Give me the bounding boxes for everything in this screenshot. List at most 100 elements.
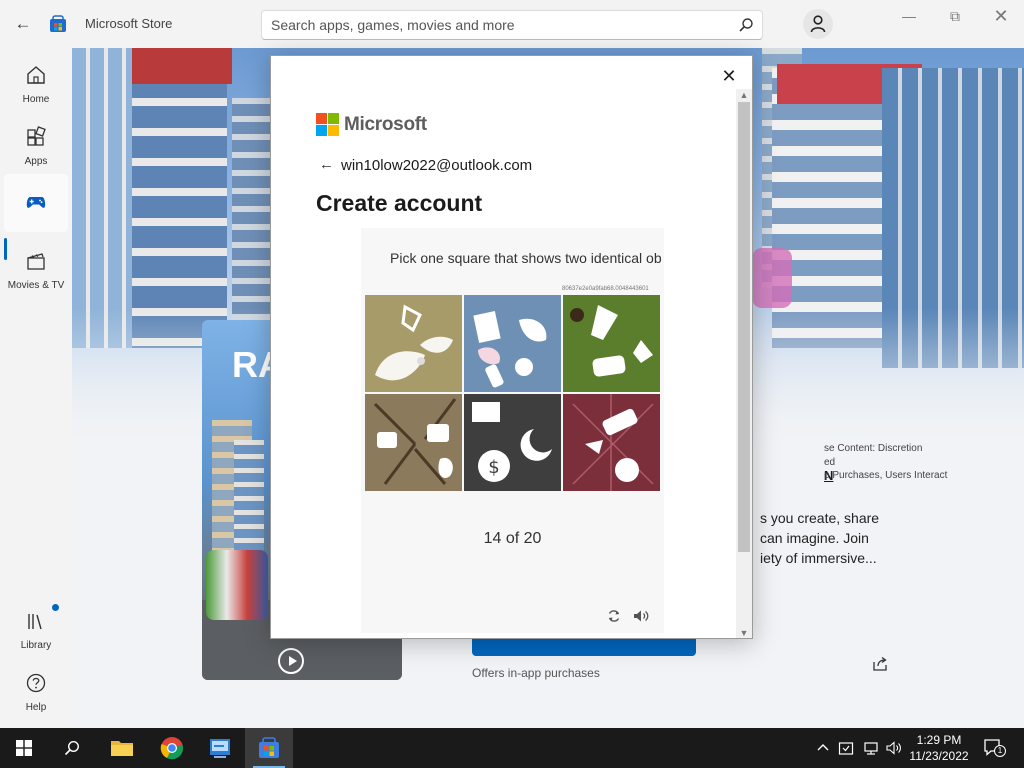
play-trailer-button[interactable] [278,648,304,674]
volume-icon[interactable] [886,740,902,756]
captcha-grid: $ [365,295,662,492]
nav-item-home[interactable]: Home [0,58,72,116]
captcha-panel: Pick one square that shows two identical… [361,228,664,633]
nav-label-help: Help [25,702,47,713]
library-icon [28,614,42,630]
library-update-badge [52,604,59,611]
store-icon [259,737,279,758]
captcha-instruction: Pick one square that shows two identical… [390,250,662,266]
captcha-tile[interactable]: $ [464,394,561,491]
app-title: Microsoft Store [85,16,173,31]
nav-label-home: Home [22,94,50,105]
rating-line: ed [824,457,836,468]
nav-label-movies: Movies & TV [7,280,65,291]
refresh-icon[interactable] [607,609,621,623]
security-icon[interactable] [838,740,854,756]
ms-logo-blue [316,125,327,136]
control-panel-icon [210,739,230,758]
minimize-icon[interactable]: — [894,6,924,26]
nav-label-apps: Apps [24,156,48,167]
gaming-icon [26,197,46,208]
nav-item-apps[interactable]: Apps [0,120,72,178]
maximize-icon[interactable]: ⧉ [940,6,970,26]
file-explorer-icon [111,741,133,756]
create-account-dialog: ✕ ▲ ▼ Microsoft ← win10low2022@outlook.c… [270,55,753,639]
dialog-close-icon[interactable]: ✕ [717,64,741,88]
tile-art [375,304,453,381]
taskbar-chrome[interactable] [148,728,196,768]
search-input[interactable] [271,17,731,33]
hero-figure [752,248,792,308]
notifications-button[interactable]: 1 [984,739,1006,757]
clock-time: 1:29 PM [916,733,962,747]
hero-building [132,48,232,84]
tile-art: $ [472,402,552,482]
notification-count: 1 [994,745,1006,757]
nav-item-gaming[interactable] [4,174,68,232]
captcha-counter: 14 of 20 [483,530,542,547]
captcha-tile[interactable] [563,295,660,392]
desc-line: can imagine. Join [760,530,869,546]
movies-icon [27,253,45,270]
microsoft-logo-icon [316,113,340,137]
audio-icon[interactable] [633,609,651,623]
hero-building [72,48,132,348]
taskbar: 1:29 PM 11/23/2022 1 [0,728,1024,768]
taskbar-search[interactable] [48,728,96,768]
dialog-heading: Create account [316,190,483,216]
home-icon [27,66,45,84]
tile-art [570,305,653,377]
tile-art [373,398,457,485]
offers-text: Offers in-app purchases [472,666,600,680]
get-button[interactable] [472,636,696,656]
nav-item-library[interactable]: Library [0,604,72,662]
scroll-thumb[interactable] [738,102,750,552]
start-button[interactable] [0,728,48,768]
user-avatar[interactable] [803,9,833,39]
captcha-tile[interactable] [464,295,561,392]
scroll-up-icon[interactable]: ▲ [736,89,752,101]
back-arrow-icon[interactable]: ← [10,12,36,36]
captcha-challenge-id: 80637e2e0a9fab68.0048443601 [562,286,649,292]
chrome-icon [160,737,183,760]
back-icon[interactable]: ← [319,156,334,173]
system-clock[interactable]: 1:29 PM 11/23/2022 [906,732,972,764]
network-icon[interactable] [863,740,879,756]
svg-text:$: $ [488,457,499,478]
taskbar-store[interactable] [245,728,293,768]
captcha-tile[interactable] [563,394,660,491]
help-icon [26,673,46,693]
close-icon[interactable]: ✕ [986,6,1016,26]
left-nav: Home Apps Movies & TV Library Help [0,48,72,728]
ms-logo-green [328,113,339,124]
account-email: win10low2022@outlook.com [341,157,533,174]
share-icon[interactable] [872,656,888,672]
taskbar-file-explorer[interactable] [98,728,146,768]
store-logo-icon [50,15,66,32]
thumb-characters [206,550,268,620]
taskbar-control-panel[interactable] [196,728,244,768]
captcha-tile[interactable] [365,295,462,392]
apps-icon [27,126,46,146]
title-bar: ← Microsoft Store — ⧉ ✕ [0,0,1024,48]
nav-label-library: Library [20,640,52,651]
product-description: s you create, share can imagine. Join ie… [760,508,960,568]
search-box[interactable] [261,10,763,40]
brand-name: Microsoft [344,114,427,135]
desc-line: iety of immersive... [760,550,877,566]
show-hidden-icons-icon[interactable] [815,740,831,756]
ms-logo-yellow [328,125,339,136]
hero-building [132,68,227,348]
desc-line: s you create, share [760,510,880,526]
nav-item-movies[interactable]: Movies & TV [0,244,72,302]
dialog-scrollbar[interactable]: ▲ ▼ [736,89,752,638]
search-icon[interactable] [738,17,754,33]
user-icon [810,15,826,33]
scroll-down-icon[interactable]: ▼ [736,627,752,638]
tile-art [572,394,654,491]
rating-line: p Purchases, Users Interact [824,470,948,481]
ms-logo-red [316,113,327,124]
captcha-tile[interactable] [365,394,462,491]
nav-item-help[interactable]: Help [0,666,72,724]
search-icon [64,740,80,756]
